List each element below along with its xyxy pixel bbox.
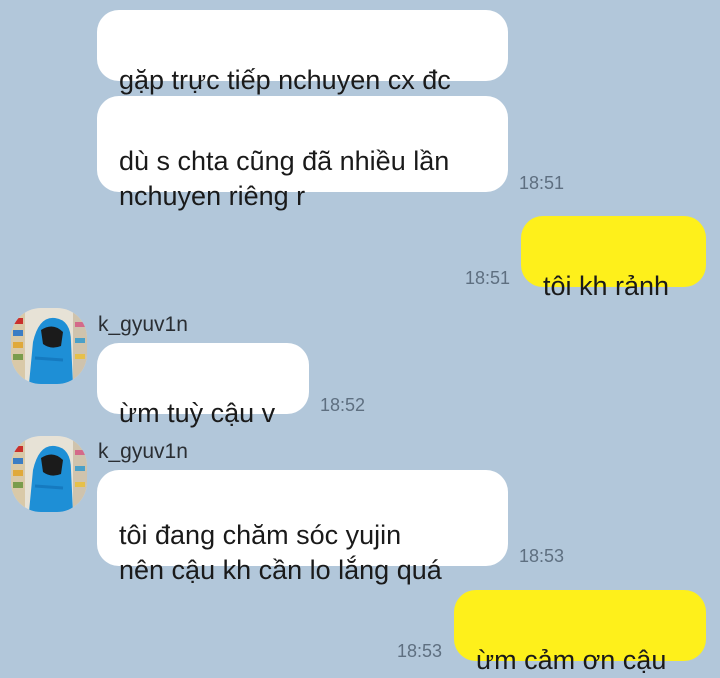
- message-text: tôi đang chăm sóc yujin nên cậu kh cần l…: [119, 520, 442, 585]
- message-timestamp: 18:51: [519, 173, 565, 193]
- message-timestamp: 18:51: [465, 268, 511, 288]
- message-bubble-incoming[interactable]: gặp trực tiếp nchuyen cx đc: [97, 10, 508, 95]
- avatar-photo-icon: [11, 308, 87, 384]
- message-timestamp: 18:53: [519, 546, 565, 566]
- message-bubble-incoming[interactable]: tôi đang chăm sóc yujin nên cậu kh cần l…: [97, 470, 508, 585]
- message-text: ừm cảm ơn cậu: [476, 645, 667, 675]
- message-bubble-incoming[interactable]: ừm tuỳ cậu v: [97, 343, 309, 428]
- message-text: ừm tuỳ cậu v: [119, 398, 276, 428]
- sender-name: k_gyuv1n: [98, 440, 188, 463]
- avatar-photo-icon: [11, 436, 87, 512]
- message-timestamp: 18:52: [320, 395, 366, 415]
- message-timestamp: 18:53: [397, 641, 443, 661]
- avatar[interactable]: [11, 308, 87, 384]
- message-text: gặp trực tiếp nchuyen cx đc: [119, 65, 451, 95]
- message-text: tôi kh rảnh: [543, 271, 670, 301]
- message-bubble-outgoing[interactable]: tôi kh rảnh: [521, 216, 706, 301]
- message-text: dù s chta cũng đã nhiều lần nchuyen riên…: [119, 146, 450, 211]
- message-bubble-incoming[interactable]: dù s chta cũng đã nhiều lần nchuyen riên…: [97, 96, 508, 211]
- avatar[interactable]: [11, 436, 87, 512]
- chat-screen: { "colors": { "background": "#b2c7da", "…: [0, 0, 720, 675]
- message-bubble-outgoing[interactable]: ừm cảm ơn cậu: [454, 590, 706, 675]
- sender-name: k_gyuv1n: [98, 313, 188, 336]
